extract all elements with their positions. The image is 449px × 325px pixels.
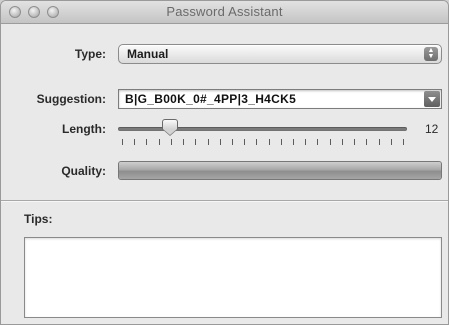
- type-popup[interactable]: Manual ▲ ▼: [118, 44, 442, 64]
- type-selected-value: Manual: [127, 47, 169, 61]
- slider-tick: [293, 139, 295, 145]
- quality-meter: [118, 161, 442, 180]
- slider-tick: [341, 139, 343, 145]
- slider-tick: [280, 139, 282, 145]
- slider-tick: [158, 139, 160, 145]
- length-value: 12: [425, 122, 439, 136]
- quality-meter-fill: [119, 162, 441, 179]
- title-bar: Password Assistant: [1, 1, 448, 24]
- type-label: Type:: [74, 47, 106, 61]
- suggestion-value[interactable]: B|G_B00K_0#_4PP|3_H4CK5: [125, 92, 296, 106]
- slider-tick: [378, 139, 380, 145]
- length-slider-thumb[interactable]: [162, 119, 179, 137]
- slider-tick: [134, 139, 136, 145]
- slider-tick: [403, 139, 404, 145]
- suggestion-combo-box[interactable]: B|G_B00K_0#_4PP|3_H4CK5: [118, 89, 442, 109]
- slider-tick: [390, 139, 392, 145]
- slider-tick: [305, 139, 307, 145]
- slider-tick: [207, 139, 209, 145]
- slider-tick: [268, 139, 270, 145]
- slider-tick: [366, 139, 368, 145]
- slider-tick: [244, 139, 246, 145]
- slider-tick: [317, 139, 319, 145]
- slider-tick: [354, 139, 356, 145]
- password-assistant-window: Password Assistant Type: Manual ▲ ▼ Sugge…: [0, 0, 449, 325]
- slider-tick: [170, 139, 172, 145]
- chevron-down-icon[interactable]: [424, 91, 440, 107]
- divider: [1, 200, 448, 201]
- window-title: Password Assistant: [166, 4, 283, 19]
- slider-tick: [183, 139, 185, 145]
- tips-text-area[interactable]: [24, 237, 442, 318]
- suggestion-label: Suggestion:: [36, 92, 106, 106]
- length-label: Length:: [62, 122, 106, 136]
- slider-tick: [195, 139, 197, 145]
- slider-tick: [146, 139, 148, 145]
- up-down-arrows-icon: ▲ ▼: [424, 47, 438, 61]
- tips-label: Tips:: [24, 212, 53, 226]
- slider-tick: [231, 139, 233, 145]
- slider-tick: [219, 139, 221, 145]
- slider-tick: [256, 139, 258, 145]
- slider-tick: [122, 139, 123, 145]
- quality-label: Quality:: [61, 164, 106, 178]
- slider-tick: [329, 139, 331, 145]
